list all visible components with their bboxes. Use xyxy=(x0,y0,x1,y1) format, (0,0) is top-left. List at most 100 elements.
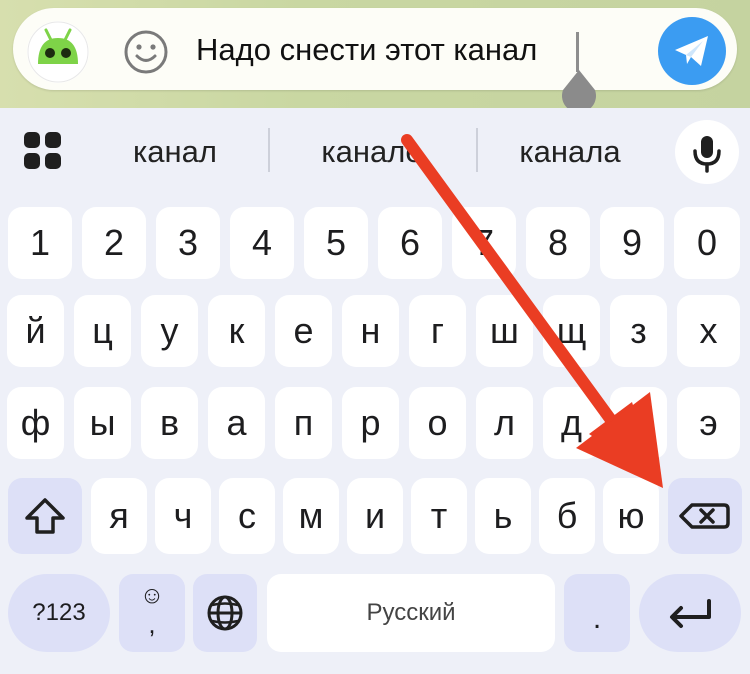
voice-input-button[interactable] xyxy=(675,120,739,184)
key-label: з xyxy=(630,310,647,351)
symbols-key[interactable]: ?123 xyxy=(8,574,110,652)
key-letter[interactable]: к xyxy=(208,295,265,367)
language-key[interactable] xyxy=(193,574,257,652)
key-0[interactable]: 0 xyxy=(674,207,740,279)
backspace-icon xyxy=(679,503,730,529)
suggestion-2[interactable]: канале xyxy=(297,130,447,174)
keyboard: канал канале канала 1 2 3 4 5 6 7 8 9 0 … xyxy=(0,108,750,674)
key-letter[interactable]: ь xyxy=(475,478,531,554)
key-label: е xyxy=(293,310,314,351)
paper-plane-icon xyxy=(675,36,708,66)
suggestion-divider xyxy=(476,128,478,172)
key-letter[interactable]: я xyxy=(91,478,147,554)
key-letter[interactable]: щ xyxy=(543,295,600,367)
key-letter[interactable]: д xyxy=(543,387,600,459)
message-input[interactable]: Надо снести этот канал xyxy=(196,28,537,72)
key-label: ?123 xyxy=(32,599,86,626)
key-label: х xyxy=(699,310,718,351)
space-bar[interactable]: Русский xyxy=(267,574,555,652)
key-label: 2 xyxy=(103,222,125,263)
app-grid-icon[interactable] xyxy=(24,132,62,170)
key-letter[interactable]: ж xyxy=(610,387,667,459)
key-1[interactable]: 1 xyxy=(8,207,72,279)
period-key[interactable]: . xyxy=(564,574,630,652)
key-letter[interactable]: б xyxy=(539,478,595,554)
key-2[interactable]: 2 xyxy=(82,207,146,279)
key-label: ы xyxy=(89,402,116,443)
key-label: 7 xyxy=(473,222,495,263)
send-button[interactable] xyxy=(658,17,726,85)
emoji-comma-key[interactable]: ☺ , xyxy=(119,574,185,652)
smiley-icon[interactable] xyxy=(122,28,170,76)
key-label: 0 xyxy=(696,222,718,263)
key-letter[interactable]: ы xyxy=(74,387,131,459)
key-8[interactable]: 8 xyxy=(526,207,590,279)
key-label: и xyxy=(364,495,386,536)
key-label: Русский xyxy=(366,599,456,626)
emoji-icon: ☺ xyxy=(139,582,165,609)
key-letter[interactable]: с xyxy=(219,478,275,554)
key-5[interactable]: 5 xyxy=(304,207,368,279)
key-letter[interactable]: л xyxy=(476,387,533,459)
key-letter[interactable]: в xyxy=(141,387,198,459)
key-label: б xyxy=(556,495,578,536)
key-label: 4 xyxy=(251,222,273,263)
key-label: 9 xyxy=(621,222,643,263)
key-letter[interactable]: ш xyxy=(476,295,533,367)
key-label: 8 xyxy=(547,222,569,263)
key-label: 5 xyxy=(325,222,347,263)
key-label: ж xyxy=(626,402,651,443)
key-letter[interactable]: э xyxy=(677,387,740,459)
key-letter[interactable]: ю xyxy=(603,478,659,554)
shift-key[interactable] xyxy=(8,478,82,554)
key-letter[interactable]: е xyxy=(275,295,332,367)
key-label: ь xyxy=(493,495,513,536)
key-letter[interactable]: п xyxy=(275,387,332,459)
key-label: щ xyxy=(556,310,587,351)
key-9[interactable]: 9 xyxy=(600,207,664,279)
key-label: ю xyxy=(617,495,645,536)
suggestion-1[interactable]: канал xyxy=(100,130,250,174)
key-letter[interactable]: з xyxy=(610,295,667,367)
android-robot-icon[interactable] xyxy=(26,20,90,84)
key-letter[interactable]: р xyxy=(342,387,399,459)
key-letter[interactable]: й xyxy=(7,295,64,367)
key-letter[interactable]: и xyxy=(347,478,403,554)
key-6[interactable]: 6 xyxy=(378,207,442,279)
text-caret xyxy=(576,32,579,72)
suggestion-divider xyxy=(268,128,270,172)
key-label: д xyxy=(560,402,582,443)
key-label: г xyxy=(430,310,445,351)
enter-key[interactable] xyxy=(639,574,741,652)
key-letter[interactable]: ч xyxy=(155,478,211,554)
key-4[interactable]: 4 xyxy=(230,207,294,279)
key-label: у xyxy=(160,310,179,351)
globe-icon xyxy=(207,595,243,631)
key-label: о xyxy=(427,402,448,443)
key-letter[interactable]: о xyxy=(409,387,466,459)
key-label: 6 xyxy=(399,222,421,263)
key-letter[interactable]: н xyxy=(342,295,399,367)
key-label: 3 xyxy=(177,222,199,263)
key-letter[interactable]: х xyxy=(677,295,740,367)
key-letter[interactable]: м xyxy=(283,478,339,554)
key-3[interactable]: 3 xyxy=(156,207,220,279)
key-letter[interactable]: а xyxy=(208,387,265,459)
key-label: н xyxy=(360,310,381,351)
key-letter[interactable]: г xyxy=(409,295,466,367)
key-letter[interactable]: ф xyxy=(7,387,64,459)
key-label: к xyxy=(228,310,245,351)
key-letter[interactable]: у xyxy=(141,295,198,367)
suggestion-3[interactable]: канала xyxy=(495,130,645,174)
key-label: ш xyxy=(490,310,519,351)
key-7[interactable]: 7 xyxy=(452,207,516,279)
key-label: ц xyxy=(92,310,113,351)
key-label: м xyxy=(298,495,324,536)
suggestion-bar: канал канале канала xyxy=(0,108,750,200)
key-label: т xyxy=(430,495,448,536)
key-label: а xyxy=(226,402,247,443)
key-letter[interactable]: ц xyxy=(74,295,131,367)
microphone-icon xyxy=(693,136,721,173)
backspace-key[interactable] xyxy=(668,478,742,554)
key-letter[interactable]: т xyxy=(411,478,467,554)
